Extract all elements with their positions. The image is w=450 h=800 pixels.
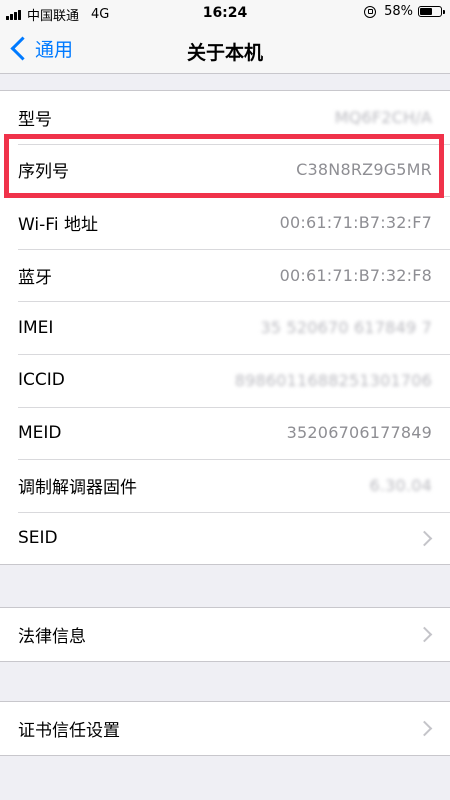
list-row[interactable]: SEID xyxy=(0,511,450,565)
list-row: 型号 MQ6F2CH/A xyxy=(0,91,450,144)
row-value: MQ6F2CH/A xyxy=(334,107,432,127)
list-row: MEID 35206706177849 xyxy=(0,406,450,460)
list-row[interactable]: 证书信任设置 xyxy=(0,702,450,755)
chevron-right-icon xyxy=(416,530,433,547)
row-label: SEID xyxy=(18,528,58,549)
row-label: 证书信任设置 xyxy=(18,720,120,741)
device-info-group: 型号 MQ6F2CH/A 序列号 C38N8RZ9G5MR Wi-Fi 地址 00:61:… xyxy=(0,90,450,566)
row-value: 8986011688251301706 xyxy=(234,370,432,390)
row-label: 法律信息 xyxy=(18,626,86,647)
row-label: IMEI xyxy=(18,317,54,338)
list-row: 调制解调器固件 6.30.04 xyxy=(0,459,450,512)
list-row: Wi-Fi 地址 00:61:71:B7:32:F7 xyxy=(0,196,450,249)
list-row[interactable]: 法律信息 xyxy=(0,608,450,661)
list-row: 序列号 C38N8RZ9G5MR xyxy=(0,143,450,197)
row-value: 00:61:71:B7:32:F7 xyxy=(279,212,432,232)
page-title: 关于本机 xyxy=(186,42,263,64)
status-right: 58% xyxy=(364,4,445,19)
list-row: ICCID 8986011688251301706 xyxy=(0,353,450,407)
chevron-right-icon xyxy=(416,720,433,737)
row-value: 35 520670 617849 7 xyxy=(260,318,432,338)
row-value: C38N8RZ9G5MR xyxy=(296,160,432,180)
battery-percent: 58% xyxy=(384,4,413,19)
row-label: MEID xyxy=(18,422,62,443)
row-value: 00:61:71:B7:32:F8 xyxy=(279,265,432,285)
orientation-lock-icon xyxy=(364,5,377,18)
row-label: 调制解调器固件 xyxy=(18,477,137,498)
chevron-right-icon xyxy=(416,626,433,643)
certificate-group: 证书信任设置 xyxy=(0,701,450,756)
row-value: 35206706177849 xyxy=(286,423,432,443)
list-row: IMEI 35 520670 617849 7 xyxy=(0,301,450,354)
legal-group: 法律信息 xyxy=(0,607,450,662)
battery-icon xyxy=(418,6,445,17)
row-label: ICCID xyxy=(18,370,65,391)
navigation-bar: 通用 关于本机 xyxy=(0,26,450,74)
battery-fill xyxy=(420,8,432,15)
row-label: 型号 xyxy=(18,109,52,130)
list-row: 蓝牙 00:61:71:B7:32:F8 xyxy=(0,248,450,302)
row-value: 6.30.04 xyxy=(369,475,432,495)
row-label: 蓝牙 xyxy=(18,267,52,288)
status-bar: 中国联通 4G 16:24 58% xyxy=(0,0,450,26)
row-label: 序列号 xyxy=(18,162,69,183)
row-label: Wi-Fi 地址 xyxy=(18,214,98,235)
